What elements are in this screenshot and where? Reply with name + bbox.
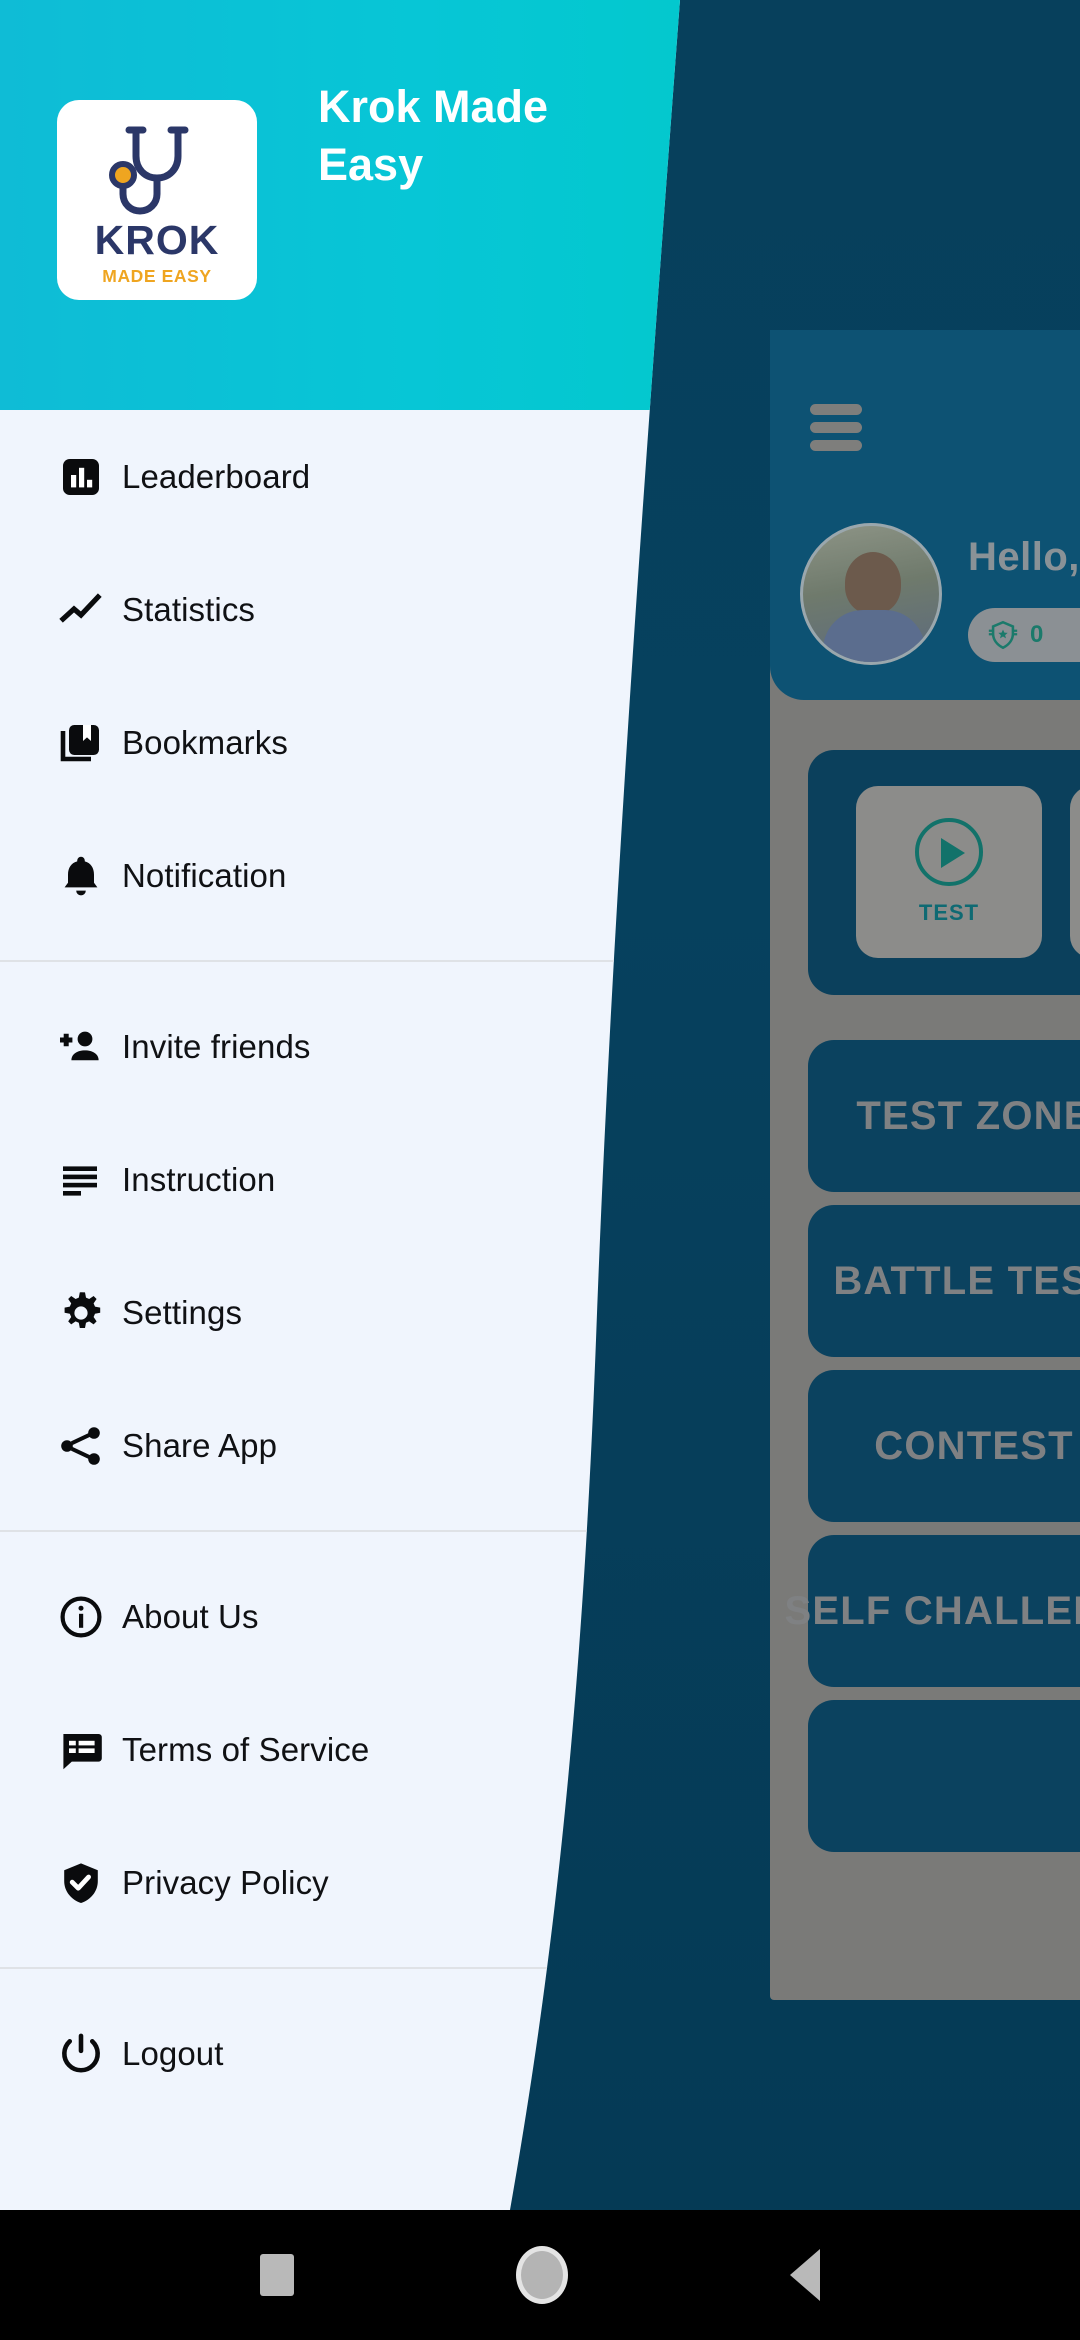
- drawer-header: KROK MADE EASY Krok Made Easy: [0, 0, 760, 410]
- bookmarks-icon: [40, 719, 122, 767]
- tile-test[interactable]: TEST: [856, 786, 1042, 958]
- rank-shield-icon: [988, 620, 1018, 650]
- coin-badge: 0: [968, 608, 1080, 662]
- play-circle-icon: [915, 818, 983, 886]
- tile-label: TEST: [918, 900, 980, 925]
- recents-square-icon[interactable]: [260, 2254, 294, 2296]
- app-logo: KROK MADE EASY: [57, 100, 257, 300]
- menu-item-label: About Us: [122, 1597, 259, 1635]
- menu-item-label: Logout: [122, 2034, 224, 2072]
- menu-item-label: Privacy Policy: [122, 1863, 329, 1901]
- stethoscope-icon: [101, 120, 213, 218]
- share-icon: [40, 1422, 122, 1470]
- home-circle-icon[interactable]: [516, 2246, 568, 2304]
- menu-item-label: Invite friends: [122, 1027, 311, 1065]
- back-triangle-icon[interactable]: [790, 2249, 820, 2301]
- menu-item-label: Instruction: [122, 1160, 276, 1198]
- system-navigation-bar: [0, 2210, 1080, 2340]
- person-add-icon: [40, 1023, 122, 1071]
- button-self-challenge[interactable]: SELF CHALLENGE: [784, 1535, 1080, 1687]
- menu-item-label: Notification: [122, 856, 287, 894]
- app-title: Krok Made Easy: [318, 81, 549, 190]
- menu-item-label: Leaderboard: [122, 457, 311, 495]
- button-extra[interactable]: [808, 1700, 1080, 1852]
- bell-icon: [40, 852, 122, 900]
- button-test-zone[interactable]: TEST ZONE: [808, 1040, 1080, 1192]
- button-battle-test[interactable]: BATTLE TEST: [808, 1205, 1080, 1357]
- logo-subtitle: MADE EASY: [102, 265, 212, 286]
- bar-chart-icon: [40, 453, 122, 501]
- menu-item-label: Statistics: [122, 590, 256, 628]
- phone-screen: Hello, 0 TEST TEST ZONE BATTLE TEST CONT…: [0, 0, 1080, 2340]
- tile-secondary[interactable]: [1070, 786, 1080, 958]
- button-contest[interactable]: CONTEST: [808, 1370, 1080, 1522]
- button-label: CONTEST: [874, 1423, 1074, 1468]
- list-lines-icon: [40, 1156, 122, 1204]
- logo-word: KROK: [94, 216, 220, 263]
- info-circle-icon: [40, 1593, 122, 1641]
- shield-check-icon: [40, 1859, 122, 1907]
- speech-list-icon: [40, 1726, 122, 1774]
- trending-up-icon: [40, 586, 122, 634]
- coin-value: 0: [1030, 621, 1044, 648]
- greeting-text: Hello,: [968, 535, 1080, 579]
- button-label: BATTLE TEST: [833, 1258, 1080, 1303]
- gear-icon: [40, 1289, 122, 1337]
- button-label: TEST ZONE: [856, 1093, 1080, 1138]
- test-tiles-row: TEST: [808, 750, 1080, 995]
- button-label: SELF CHALLENGE: [784, 1588, 1080, 1633]
- power-icon: [40, 2029, 122, 2079]
- hamburger-icon[interactable]: [810, 404, 862, 451]
- menu-item-label: Terms of Service: [122, 1730, 370, 1768]
- menu-item-label: Settings: [122, 1293, 243, 1331]
- avatar[interactable]: [800, 523, 942, 665]
- menu-item-label: Share App: [122, 1426, 278, 1464]
- menu-item-label: Bookmarks: [122, 723, 288, 761]
